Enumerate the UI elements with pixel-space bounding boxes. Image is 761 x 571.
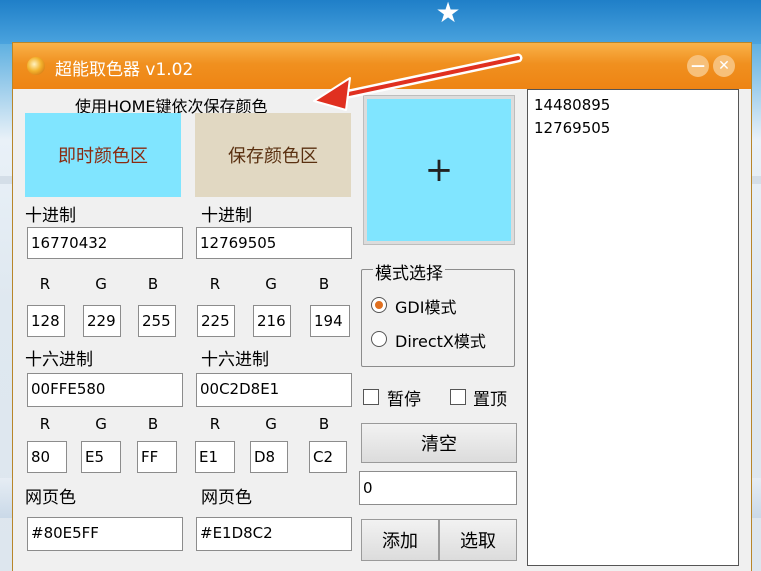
crosshair-icon: + [367, 99, 511, 241]
saved-hex-g-field[interactable]: D8 [250, 441, 288, 473]
add-button[interactable]: 添加 [361, 519, 439, 561]
pause-label[interactable]: 暂停 [387, 385, 421, 410]
instant-decimal-field[interactable]: 16770432 [27, 227, 183, 259]
instant-g-label: G [95, 275, 107, 293]
saved-r-label: R [209, 275, 221, 293]
saved-r-field[interactable]: 225 [197, 305, 235, 337]
value-input[interactable]: 0 [359, 471, 517, 505]
instant-hex-g-label: G [95, 415, 107, 433]
saved-g-field[interactable]: 216 [253, 305, 291, 337]
topmost-checkbox[interactable] [450, 389, 466, 405]
window-title: 超能取色器 v1.02 [55, 60, 194, 80]
color-picker-window: 超能取色器 v1.02 — ✕ 使用HOME键依次保存颜色 即时颜色区 保存颜色… [12, 42, 752, 571]
saved-hex-b-label: B [318, 415, 330, 433]
saved-web-label: 网页色 [201, 488, 252, 508]
magnifier-preview: + [363, 95, 515, 245]
pick-button[interactable]: 选取 [439, 519, 517, 561]
close-button[interactable]: ✕ [713, 55, 735, 77]
instant-color-label: 即时颜色区 [58, 146, 148, 167]
mode-group-title: 模式选择 [373, 259, 445, 284]
saved-hex-r-label: R [209, 415, 221, 433]
instant-hex-r-field[interactable]: 80 [27, 441, 67, 473]
instant-hex-b-label: B [147, 415, 159, 433]
app-icon [27, 57, 45, 75]
instant-hex-g-field[interactable]: E5 [81, 441, 121, 473]
saved-hex-label: 十六进制 [201, 350, 269, 370]
gdi-mode-radio[interactable] [371, 297, 387, 313]
saved-decimal-field[interactable]: 12769505 [196, 227, 352, 259]
saved-color-swatch: 保存颜色区 [195, 113, 351, 197]
gdi-mode-label[interactable]: GDI模式 [395, 294, 456, 318]
instant-g-field[interactable]: 229 [83, 305, 121, 337]
pause-checkbox[interactable] [363, 389, 379, 405]
instant-hex-label: 十六进制 [25, 350, 93, 370]
saved-b-field[interactable]: 194 [310, 305, 350, 337]
instant-decimal-label: 十进制 [25, 206, 76, 226]
star-decoration-icon: ★ [435, 0, 461, 29]
saved-hex-b-field[interactable]: C2 [309, 441, 347, 473]
instant-r-field[interactable]: 128 [27, 305, 65, 337]
instant-r-label: R [39, 275, 51, 293]
saved-colors-list[interactable]: 14480895 12769505 [527, 89, 739, 566]
saved-web-field[interactable]: #E1D8C2 [196, 517, 352, 551]
instant-b-field[interactable]: 255 [138, 305, 176, 337]
clear-button[interactable]: 清空 [361, 423, 517, 463]
instant-hex-b-field[interactable]: FF [137, 441, 177, 473]
desktop-band-top [0, 0, 761, 44]
list-item[interactable]: 12769505 [534, 117, 732, 140]
instant-color-swatch: 即时颜色区 [25, 113, 181, 197]
instant-web-label: 网页色 [25, 488, 76, 508]
saved-b-label: B [318, 275, 330, 293]
instant-b-label: B [147, 275, 159, 293]
saved-hex-r-field[interactable]: E1 [195, 441, 235, 473]
list-item[interactable]: 14480895 [534, 94, 732, 117]
saved-hex-g-label: G [265, 415, 277, 433]
instant-hex-field[interactable]: 00FFE580 [27, 373, 183, 407]
title-bar[interactable]: 超能取色器 v1.02 — ✕ [13, 43, 751, 89]
minimize-button[interactable]: — [687, 55, 709, 77]
saved-hex-field[interactable]: 00C2D8E1 [196, 373, 352, 407]
directx-mode-label[interactable]: DirectX模式 [395, 328, 486, 352]
instant-hex-r-label: R [39, 415, 51, 433]
directx-mode-radio[interactable] [371, 331, 387, 347]
saved-color-label: 保存颜色区 [228, 146, 318, 167]
instant-web-field[interactable]: #80E5FF [27, 517, 183, 551]
topmost-label[interactable]: 置顶 [473, 385, 507, 410]
saved-g-label: G [265, 275, 277, 293]
saved-decimal-label: 十进制 [201, 206, 252, 226]
